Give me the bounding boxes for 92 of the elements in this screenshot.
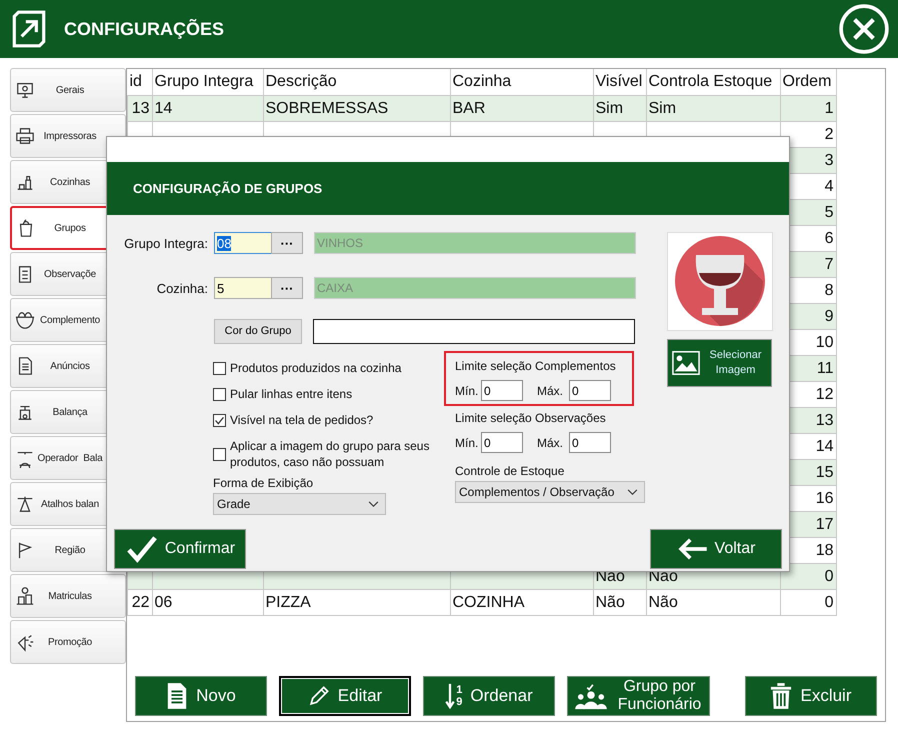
table-cell: 22 [132,594,150,610]
table-cell: 5 [824,204,834,220]
dialog-title: CONFIGURAÇÃO DE GRUPOS [133,181,322,196]
min-label: Mín. [455,384,480,398]
table-cell: 0 [824,594,834,610]
window-title: CONFIGURAÇÕES [64,18,226,40]
code-field[interactable]: 08 [214,232,271,254]
color-field[interactable] [313,318,635,344]
max-field[interactable]: 0 [569,380,611,401]
table-cell: 0 [824,568,834,584]
table-cell: COZINHA [452,594,524,610]
table-cell: PIZZA [266,594,311,610]
table-cell: 1 [824,100,834,116]
close-icon[interactable] [838,3,890,55]
table-cell: 10 [816,334,834,350]
table-cell: 06 [154,594,172,610]
menu-item-icon [15,586,35,606]
max-label: Máx. [537,384,564,398]
sidebar-item[interactable]: Matriculas [10,574,126,618]
table-cell: SOBREMESSAS [266,100,388,116]
table-cell: 4 [824,178,834,194]
checkbox-label: Aplicar a imagem do grupo para seus produtos, caso não possuam [230,438,430,470]
min-label: Mín. [455,436,480,450]
table-cell: 6 [824,230,834,246]
checkbox-label: Pular linhas entre itens [230,386,354,402]
field-label: Cozinha: [156,280,208,296]
color-button[interactable]: Cor do Grupo [214,318,302,344]
table-cell: 7 [824,256,834,272]
checkbox[interactable] [213,448,226,460]
table-cell: 16 [816,490,834,506]
menu-item-icon [15,494,35,514]
display-select[interactable]: Grade [213,493,386,515]
checkbox[interactable] [213,362,226,374]
table-cell: BAR [452,100,486,116]
table-cell: 15 [816,464,834,480]
checkbox-label: Produtos produzidos na cozinha [230,360,402,376]
table-cell: 14 [154,100,172,116]
field-label: Controle de Estoque [454,464,566,478]
sidebar-item[interactable]: Gerais [10,68,126,112]
check-icon [124,535,159,563]
group-button[interactable]: Grupo por Funcionário [567,676,710,716]
document-icon [166,682,188,710]
chevron-down-icon [368,500,379,508]
left-arrow-icon [676,538,709,560]
field-label: Forma de Exibição [213,476,314,490]
name-field: VINHOS [314,232,636,254]
image-icon [672,350,700,376]
table-cell: 13 [132,100,150,116]
chevron-down-icon [627,488,638,496]
table-cell: 12 [816,386,834,402]
table-cell: 11 [816,360,834,376]
trash-icon [770,682,792,710]
table-cell: 18 [816,542,834,558]
back-button[interactable]: Voltar [650,529,782,569]
confirm-button[interactable]: Confirmar [114,529,246,569]
table-cell: 3 [824,152,834,168]
stock-select[interactable]: Complementos / Observação [455,481,645,503]
limit-label: Limite seleção Complementos [455,359,616,373]
table-cell: 13 [816,412,834,428]
name-field: CAIXA [314,277,636,299]
menu-item-icon [15,310,35,330]
sidebar-item[interactable]: Promoção [10,620,126,664]
lookup-button[interactable]: ··· [271,277,303,299]
max-field[interactable]: 0 [569,432,611,453]
wine-glass-icon [667,232,773,331]
table-cell: Sim [596,100,624,116]
table-cell: Sim [648,100,676,116]
menu-item-icon [15,80,35,100]
lookup-button[interactable]: ··· [271,232,303,254]
people-icon [574,682,608,710]
code-field[interactable]: 5 [214,277,271,299]
menu-item-icon [15,126,35,146]
new-button[interactable]: Novo [135,676,267,716]
table-cell: 2 [824,126,834,142]
delete-button[interactable]: Excluir [745,676,877,716]
max-label: Máx. [537,436,564,450]
select-image-button[interactable]: Selecionar Imagem [667,339,772,387]
edit-button[interactable]: Editar [279,676,411,716]
table-cell: Não [648,594,678,610]
table-cell: Não [596,594,625,610]
checkbox[interactable] [213,414,226,426]
limit-label: Limite seleção Observações [455,411,606,425]
table-cell: 17 [816,516,834,532]
sidebar-item[interactable]: Impressoras [10,114,126,158]
checkbox[interactable] [213,388,226,400]
table-cell: 8 [824,282,834,298]
table-cell: 14 [816,438,834,454]
min-field[interactable]: 0 [481,432,523,453]
checkbox-label: Visível na tela de pedidos? [230,412,374,428]
table-cell: 9 [824,308,834,324]
field-label: Grupo Integra: [123,236,208,250]
min-field[interactable]: 0 [481,380,523,401]
